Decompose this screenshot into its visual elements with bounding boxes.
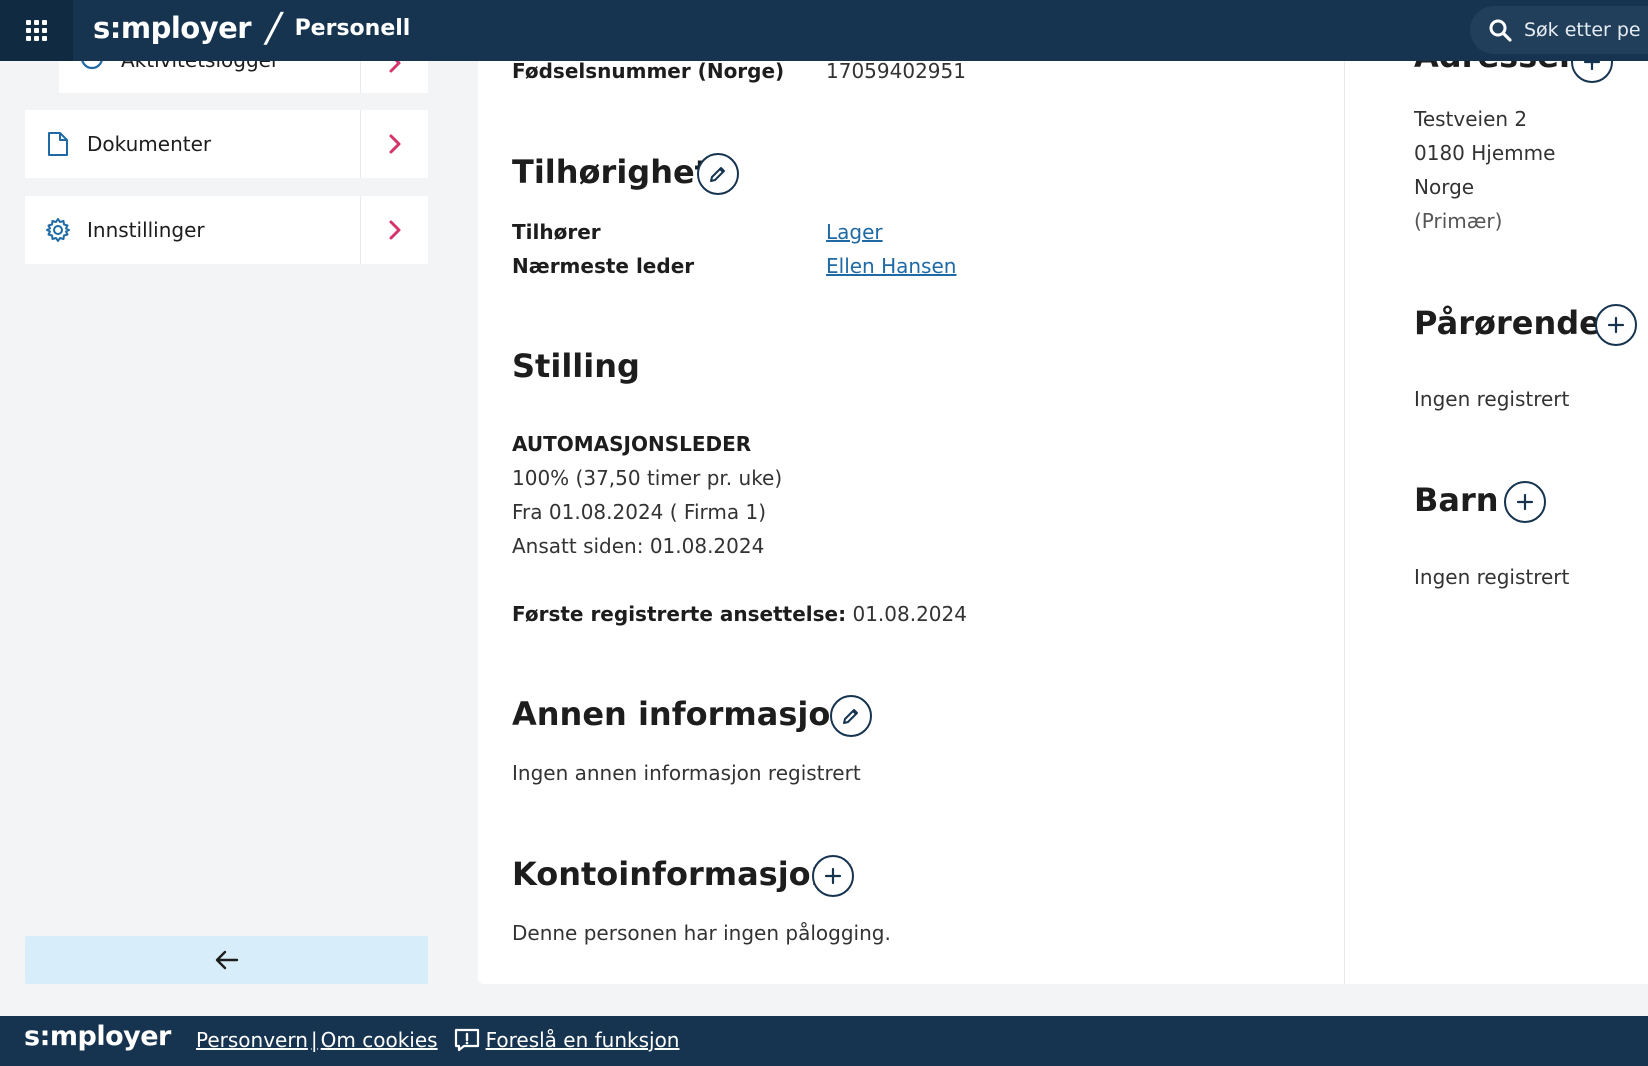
pencil-icon [710, 167, 725, 182]
position-percent: 100% (37,50 timer pr. uke) [512, 466, 783, 490]
sidebar-item-arrow [360, 196, 428, 264]
brand-separator: / [262, 5, 286, 51]
add-kontoinformasjon-button[interactable] [812, 855, 854, 897]
document-icon [45, 131, 71, 157]
om-cookies-link[interactable]: Om cookies [321, 1028, 438, 1052]
search-input[interactable] [1524, 19, 1648, 41]
feedback-icon [454, 1028, 480, 1052]
edit-tilhorighet-button[interactable] [697, 153, 739, 195]
add-barn-button[interactable] [1504, 481, 1546, 523]
grid-icon [26, 20, 47, 41]
first-registered-value: 01.08.2024 [852, 602, 967, 626]
plus-icon [1516, 493, 1534, 511]
annen-informasjon-heading: Annen informasjon [512, 695, 854, 733]
fodselsnummer-value: 17059402951 [826, 59, 966, 83]
sidebar-item-label: Innstillinger [87, 218, 205, 242]
gear-icon [45, 217, 71, 243]
search-icon [1489, 19, 1512, 42]
footer-separator: | [310, 1028, 318, 1052]
foresla-funksjon-link[interactable]: Foreslå en funksjon [486, 1028, 680, 1052]
personvern-link[interactable]: Personvern [196, 1028, 308, 1052]
brand-logo: s:mployer [93, 11, 252, 45]
collapse-sidebar-button[interactable] [25, 936, 428, 984]
address-line-4: (Primær) [1414, 209, 1503, 233]
sidebar-item-innstillinger[interactable]: Innstillinger [25, 196, 428, 264]
footer-logo: s:mployer [24, 1021, 171, 1052]
stilling-heading: Stilling [512, 347, 640, 385]
employed-since: Ansatt siden: 01.08.2024 [512, 534, 765, 558]
naermeste-leder-label: Nærmeste leder [512, 254, 695, 278]
address-line-3: Norge [1414, 175, 1475, 199]
plus-icon [1607, 316, 1625, 334]
chevron-right-icon [389, 220, 400, 240]
column-divider [1344, 61, 1345, 984]
fodselsnummer-label: Fødselsnummer (Norge) [512, 59, 785, 83]
plus-icon [824, 867, 842, 885]
address-line-1: Testveien 2 [1414, 107, 1528, 131]
barn-heading: Barn [1414, 481, 1499, 519]
footer: s:mployer Personvern | Om cookies Foresl… [0, 1016, 1648, 1066]
footer-links: Personvern | Om cookies Foreslå en funks… [196, 1028, 679, 1052]
brand[interactable]: s:mployer / Personell [93, 5, 411, 51]
app-launcher-button[interactable] [0, 0, 73, 61]
tilhorighet-heading: Tilhørighet [512, 153, 710, 191]
barn-text: Ingen registrert [1414, 565, 1570, 589]
naermeste-leder-link[interactable]: Ellen Hansen [826, 254, 956, 278]
sidebar-item-label: Aktivitetslogger [121, 48, 280, 72]
sidebar-item-label: Dokumenter [87, 132, 212, 156]
clock-icon [79, 45, 105, 71]
search-box[interactable] [1470, 6, 1648, 54]
tilhorer-label: Tilhører [512, 220, 601, 244]
address-line-2: 0180 Hjemme [1414, 141, 1556, 165]
first-registered-employment: Første registrerte ansettelse: 01.08.202… [512, 602, 967, 626]
add-parorende-button[interactable] [1595, 304, 1637, 346]
chevron-right-icon [389, 134, 400, 154]
position-title: AUTOMASJONSLEDER [512, 432, 752, 456]
app-name: Personell [294, 15, 411, 41]
annen-informasjon-text: Ingen annen informasjon registrert [512, 761, 861, 785]
parorende-heading: Pårørende [1414, 304, 1601, 342]
sidebar-item-dokumenter[interactable]: Dokumenter [25, 110, 428, 178]
chevron-right-icon [389, 53, 400, 72]
edit-annen-informasjon-button[interactable] [830, 695, 872, 737]
tilhorer-link[interactable]: Lager [826, 220, 883, 244]
sidebar-item-arrow [360, 110, 428, 178]
first-registered-label: Første registrerte ansettelse: [512, 602, 847, 626]
position-from: Fra 01.08.2024 ( Firma 1) [512, 500, 767, 524]
arrow-left-icon [215, 950, 238, 970]
pencil-icon [843, 709, 858, 724]
kontoinformasjon-text: Denne personen har ingen pålogging. [512, 921, 891, 945]
parorende-text: Ingen registrert [1414, 387, 1570, 411]
kontoinformasjon-heading: Kontoinformasjon [512, 855, 834, 893]
